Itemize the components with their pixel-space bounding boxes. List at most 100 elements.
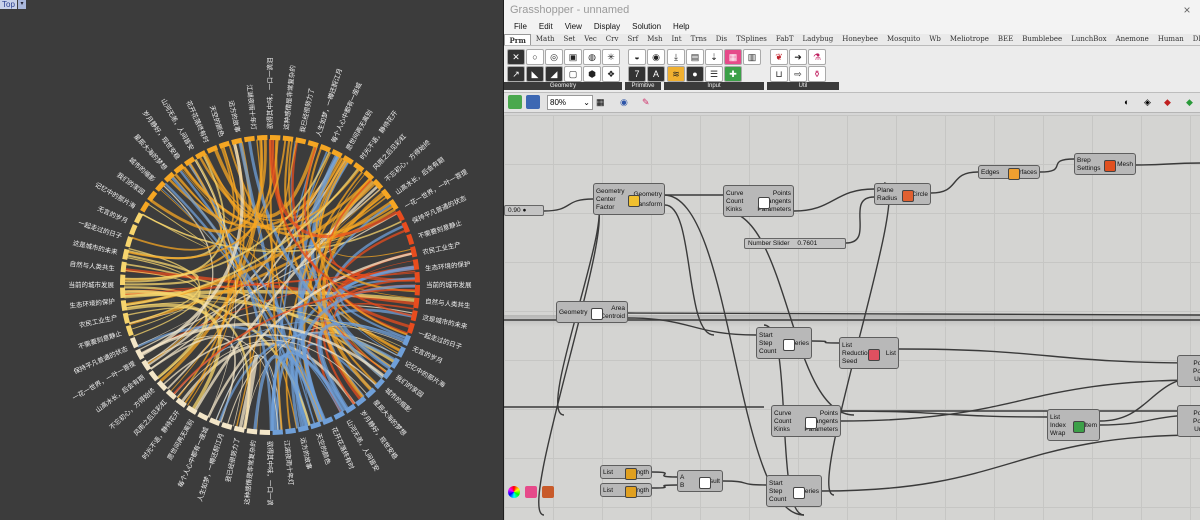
listitem-input-wrap[interactable]: Wrap bbox=[1050, 430, 1065, 437]
series2-input-step[interactable]: Step bbox=[769, 488, 782, 495]
mesh-param-icon[interactable]: ◣ bbox=[526, 66, 544, 82]
value-list-icon[interactable]: ● bbox=[686, 66, 704, 82]
save-file-icon[interactable] bbox=[526, 95, 540, 109]
number-slider-icon[interactable]: ☰ bbox=[705, 66, 723, 82]
menu-view[interactable]: View bbox=[559, 20, 588, 34]
series2-input-count[interactable]: Count bbox=[769, 496, 786, 503]
area-input-geometry[interactable]: Geometry bbox=[559, 309, 588, 316]
series1-input-start[interactable]: Start bbox=[759, 332, 773, 339]
random-input-list[interactable]: List bbox=[842, 342, 852, 349]
random-reduce-component[interactable]: List Reduction Seed List bbox=[839, 337, 899, 369]
scale-component[interactable]: Geometry Center Factor Geometry Transform bbox=[593, 183, 665, 215]
tab-human[interactable]: Human bbox=[1153, 34, 1188, 45]
tab-srf[interactable]: Srf bbox=[623, 34, 643, 45]
text-param-icon[interactable]: A bbox=[647, 66, 665, 82]
tab-dis[interactable]: Dis bbox=[711, 34, 731, 45]
viewport-title[interactable]: Top bbox=[0, 0, 17, 9]
boolean-param-icon[interactable]: ◒ bbox=[628, 49, 646, 65]
tab-prm[interactable]: Prm bbox=[504, 34, 532, 45]
mesh-output-mesh[interactable]: Mesh bbox=[1117, 161, 1133, 168]
swatch-icon[interactable]: ▦ bbox=[724, 49, 742, 65]
gradient-icon[interactable]: ≋ bbox=[667, 66, 685, 82]
connection-wire[interactable] bbox=[840, 410, 1048, 418]
bake-icon[interactable]: ◆ bbox=[1186, 95, 1200, 109]
tab-diva[interactable]: DIVA bbox=[1188, 34, 1200, 45]
tab-msh[interactable]: Msh bbox=[643, 34, 667, 45]
series-component-2[interactable]: Start Step Count Series bbox=[766, 475, 822, 507]
line-component-2[interactable]: Point APoint BUnitize bbox=[1177, 405, 1200, 437]
connection-wire[interactable] bbox=[722, 480, 767, 486]
cluster-icon[interactable]: ⊔ bbox=[770, 66, 788, 82]
divide2-input-kinks[interactable]: Kinks bbox=[774, 426, 790, 433]
divide1-input-count[interactable]: Count bbox=[726, 198, 743, 205]
tab-crv[interactable]: Crv bbox=[601, 34, 623, 45]
relay-arrow-icon[interactable]: ➜ bbox=[789, 49, 807, 65]
area-output-area[interactable]: Area bbox=[611, 305, 625, 312]
boolean-toggle-icon[interactable]: ⤓ bbox=[667, 49, 685, 65]
connection-wire[interactable] bbox=[627, 312, 1200, 316]
params-icon[interactable]: ✕ bbox=[507, 49, 525, 65]
list-length-component-2[interactable]: List Length bbox=[600, 483, 652, 498]
value-slider[interactable]: 0.90 ● bbox=[504, 205, 544, 216]
tab-honeybee[interactable]: Honeybee bbox=[838, 34, 883, 45]
circle-input-radius[interactable]: Radius bbox=[877, 195, 897, 202]
line1-output-unitize[interactable]: Unitize bbox=[1194, 376, 1200, 383]
menu-solution[interactable]: Solution bbox=[626, 20, 667, 34]
connection-wire[interactable] bbox=[651, 471, 678, 478]
edges-input-edges[interactable]: Edges bbox=[981, 169, 999, 176]
display-mode-icon[interactable]: ◐ bbox=[1124, 95, 1138, 109]
series1-input-step[interactable]: Step bbox=[759, 340, 772, 347]
preview-shaded-icon[interactable]: ◆ bbox=[1164, 95, 1178, 109]
tab-vec[interactable]: Vec bbox=[580, 34, 601, 45]
tab-trns[interactable]: Trns bbox=[686, 34, 711, 45]
series2-input-start[interactable]: Start bbox=[769, 480, 783, 487]
viewport-menu-chevron-icon[interactable]: ▾ bbox=[18, 0, 26, 9]
preview-wire-icon[interactable]: ◈ bbox=[1144, 95, 1158, 109]
colour-wheel-icon[interactable] bbox=[508, 486, 520, 498]
integer-param-icon[interactable]: 7 bbox=[628, 66, 646, 82]
gradient-component-icon[interactable] bbox=[542, 486, 554, 498]
open-file-icon[interactable] bbox=[508, 95, 522, 109]
line1-output-point-a[interactable]: Point A bbox=[1193, 360, 1200, 367]
addition-component[interactable]: ABResult bbox=[677, 470, 723, 492]
listitem-input-index[interactable]: Index bbox=[1050, 422, 1066, 429]
len1-input-list[interactable]: List bbox=[603, 469, 613, 476]
listitem-input-list[interactable]: List bbox=[1050, 414, 1060, 421]
connection-wire[interactable] bbox=[898, 348, 1200, 364]
scale-input-factor[interactable]: Factor bbox=[596, 204, 614, 211]
divide2-input-count[interactable]: Count bbox=[774, 418, 791, 425]
add-input-a[interactable]: A bbox=[680, 474, 684, 481]
divide2-output-points[interactable]: Points bbox=[820, 410, 838, 417]
connection-wire[interactable] bbox=[793, 188, 875, 212]
menu-edit[interactable]: Edit bbox=[533, 20, 559, 34]
number-slider[interactable]: Number Slider 0.7601 bbox=[744, 238, 846, 249]
line-component[interactable]: Point APoint BUnitize bbox=[1177, 355, 1200, 387]
circle-param-icon[interactable]: ○ bbox=[526, 49, 544, 65]
divide-curve-component[interactable]: Curve Count Kinks Points Tangents Parameters bbox=[723, 185, 794, 217]
series-component[interactable]: Start Step Count Series bbox=[756, 327, 812, 359]
grasshopper-canvas[interactable]: 0.90 ● Number Slider 0.7601 Geometry Cent… bbox=[504, 115, 1200, 520]
tab-meliotrope[interactable]: Meliotrope bbox=[945, 34, 993, 45]
brep-param-icon[interactable]: ▣ bbox=[564, 49, 582, 65]
tab-wb[interactable]: Wb bbox=[925, 34, 946, 45]
field-param-icon[interactable]: ◍ bbox=[583, 49, 601, 65]
point-param-icon[interactable]: ▢ bbox=[564, 66, 582, 82]
add-input-b[interactable]: B bbox=[680, 482, 684, 489]
connection-wire[interactable] bbox=[821, 434, 1200, 492]
connection-wire[interactable] bbox=[845, 196, 875, 244]
mesh-brep-component[interactable]: Brep Settings Mesh bbox=[1074, 153, 1136, 175]
mesh-input-settings[interactable]: Settings bbox=[1077, 165, 1101, 172]
tab-set[interactable]: Set bbox=[559, 34, 580, 45]
connection-wire[interactable] bbox=[1039, 158, 1075, 173]
rhino-viewport[interactable]: Top ▾ 欲得其中味，一口一滴泪 这种感情是非常复杂的 我已经很努力了 人生如梦，一… bbox=[0, 0, 503, 520]
connection-wire[interactable] bbox=[664, 204, 715, 336]
tab-tsplines[interactable]: TSplines bbox=[732, 34, 772, 45]
scale-input-center[interactable]: Center bbox=[596, 196, 616, 203]
outline-arrow-icon[interactable]: ⇨ bbox=[789, 66, 807, 82]
circle-component[interactable]: Plane Radius Circle bbox=[874, 183, 931, 205]
sketch-icon[interactable]: ▦ bbox=[596, 95, 610, 109]
tab-fabt[interactable]: FabT bbox=[771, 34, 798, 45]
tab-ladybug[interactable]: Ladybug bbox=[798, 34, 838, 45]
area-component[interactable]: Geometry Area Centroid bbox=[556, 301, 628, 323]
line-param-icon[interactable]: ↗ bbox=[507, 66, 525, 82]
